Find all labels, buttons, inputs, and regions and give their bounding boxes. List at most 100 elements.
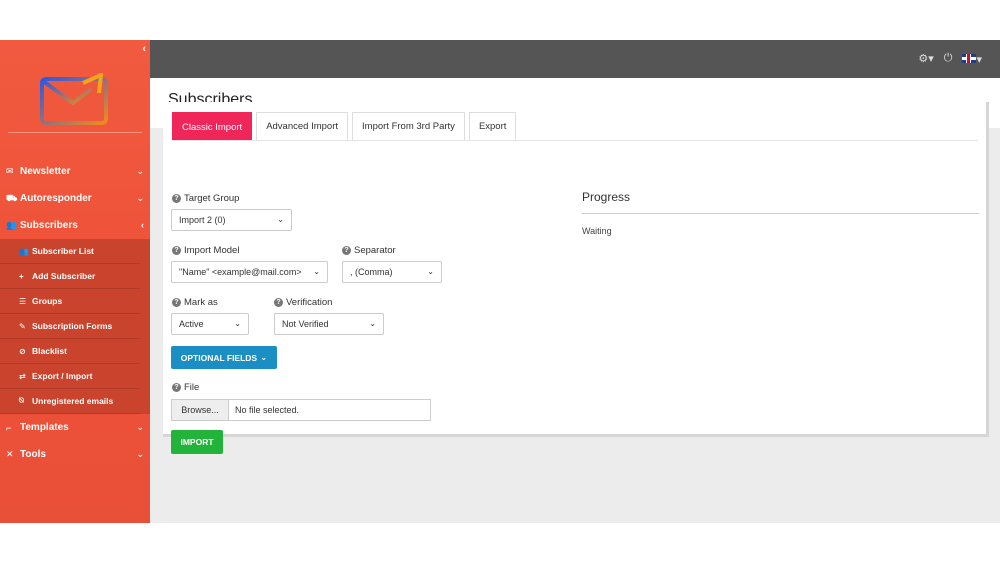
uk-flag-icon[interactable]: ▾ [962,52,982,66]
subitem-label: Blacklist [32,346,67,356]
separator-value: , (Comma) [350,267,393,277]
import-model-label-text: Import Model [184,245,240,256]
progress-title: Progress [582,190,631,204]
envelope-logo-icon [40,73,108,125]
separator-label-text: Separator [354,245,396,256]
tabs-divider [172,140,978,141]
help-icon[interactable]: ? [172,246,181,255]
verification-value: Not Verified [282,319,329,329]
sidebar-subitem-subscription-forms[interactable]: ✎ Subscription Forms [0,314,140,339]
help-icon[interactable]: ? [172,383,181,392]
top-bar: ⚙▾ ⏻ ▾ [150,40,1000,78]
sidebar-item-subscribers[interactable]: 👥 Subscribers ‹ [0,212,150,239]
import-model-select[interactable]: "Name" <example@mail.com> ⌄ [171,261,328,283]
separator-label: ? Separator [342,245,396,256]
chevron-down-icon: ⌄ [136,422,144,432]
logo-divider [8,132,142,133]
verification-label: ? Verification [274,297,332,308]
progress-divider [582,213,979,214]
chevron-down-icon: ⌄ [136,449,144,459]
subscribers-submenu: 👥 Subscriber List + Add Subscriber ☰ Gro… [0,239,150,414]
sidebar-subitem-export-import[interactable]: ⇄ Export / Import [0,364,140,389]
sidebar-item-label: Newsletter [20,166,71,177]
file-label-text: File [184,382,200,393]
sidebar-subitem-subscriber-list[interactable]: 👥 Subscriber List [0,239,140,264]
sidebar-item-tools[interactable]: ✕ Tools ⌄ [0,441,150,468]
target-group-select[interactable]: Import 2 (0) ⌄ [171,209,292,231]
subitem-label: Add Subscriber [32,271,96,281]
exchange-icon: ⇄ [19,371,26,381]
power-icon[interactable]: ⏻ [944,52,953,66]
chevron-down-icon: ⌄ [234,319,241,328]
user-slash-icon: ⍉ [19,396,24,405]
chevron-left-icon[interactable]: ‹ [142,43,146,55]
subitem-label: Subscription Forms [32,321,113,331]
sidebar-item-label: Tools [20,449,46,460]
sidebar-subitem-groups[interactable]: ☰ Groups [0,289,140,314]
edit-icon: ✎ [19,321,26,331]
sidebar: ‹ ✉ Newsletter ⌄ ⛟ Autoresponder ⌄ 👥 Sub… [0,40,150,523]
sidebar-subitem-blacklist[interactable]: ⊘ Blacklist [0,339,140,364]
file-label: ? File [172,382,199,393]
target-group-label: ? Target Group [172,193,239,204]
chevron-down-icon: ⌄ [136,166,144,176]
sidebar-nav: ✉ Newsletter ⌄ ⛟ Autoresponder ⌄ 👥 Subsc… [0,158,150,468]
chevron-down-icon: ⌄ [313,267,320,276]
help-icon[interactable]: ? [172,194,181,203]
sidebar-item-label: Subscribers [20,220,78,231]
users-icon: 👥 [6,220,18,230]
sidebar-item-templates[interactable]: ⌐ Templates ⌄ [0,414,150,441]
sidebar-item-newsletter[interactable]: ✉ Newsletter ⌄ [0,158,150,185]
tab-advanced-import[interactable]: Advanced Import [256,112,349,140]
help-icon[interactable]: ? [274,298,283,307]
tab-classic-import[interactable]: Classic Import [172,112,253,141]
help-icon[interactable]: ? [342,246,351,255]
top-bar-icons: ⚙▾ ⏻ ▾ [918,52,982,66]
sidebar-subitem-unregistered-emails[interactable]: ⍉ Unregistered emails [0,389,140,414]
sidebar-item-autoresponder[interactable]: ⛟ Autoresponder ⌄ [0,185,150,212]
mark-as-label-text: Mark as [184,297,218,308]
mark-as-value: Active [179,319,204,329]
users-icon: 👥 [19,246,29,256]
subitem-label: Groups [32,296,63,306]
verification-select[interactable]: Not Verified ⌄ [274,313,384,335]
verification-label-text: Verification [286,297,333,308]
tab-export[interactable]: Export [468,112,517,140]
paint-roller-icon: ⌐ [6,422,12,433]
chevron-down-icon: ⌄ [136,193,144,203]
subitem-label: Subscriber List [32,246,94,256]
sidebar-item-label: Autoresponder [20,193,92,204]
gear-icon[interactable]: ⚙▾ [918,52,933,66]
subitem-label: Export / Import [32,371,93,381]
mark-as-select[interactable]: Active ⌄ [171,313,249,335]
chevron-down-icon: ⌄ [277,215,284,224]
target-group-value: Import 2 (0) [179,215,226,225]
separator-select[interactable]: , (Comma) ⌄ [342,261,442,283]
help-icon[interactable]: ? [172,298,181,307]
file-input[interactable]: Browse... No file selected. [171,399,431,421]
import-model-value: "Name" <example@mail.com> [179,267,302,277]
plus-icon: + [19,271,24,281]
subitem-label: Unregistered emails [32,396,114,406]
browse-button[interactable]: Browse... [172,400,229,420]
import-button[interactable]: IMPORT [171,430,223,454]
car-icon: ⛟ [6,192,18,203]
ban-icon: ⊘ [19,346,26,356]
progress-status: Waiting [582,226,612,236]
file-name-text: No file selected. [235,405,300,415]
optional-fields-label: OPTIONAL FIELDS [180,352,258,363]
tab-import-3rd-party[interactable]: Import From 3rd Party [352,112,465,140]
envelope-icon: ✉ [6,166,14,176]
optional-fields-button[interactable]: OPTIONAL FIELDS ⌄ [171,346,277,369]
import-card: Classic Import Advanced Import Import Fr… [163,102,989,454]
chevron-down-icon: ⌄ [369,319,376,328]
chevron-down-icon: ⌄ [427,267,434,276]
sidebar-item-label: Templates [20,422,69,433]
sidebar-subitem-add-subscriber[interactable]: + Add Subscriber [0,264,140,289]
import-tabs: Classic Import Advanced Import Import Fr… [172,112,517,141]
chevron-left-icon: ‹ [141,220,144,230]
chevron-down-icon: ⌄ [260,352,268,362]
import-model-label: ? Import Model [172,245,239,256]
list-icon: ☰ [19,296,27,306]
target-group-label-text: Target Group [184,193,240,204]
